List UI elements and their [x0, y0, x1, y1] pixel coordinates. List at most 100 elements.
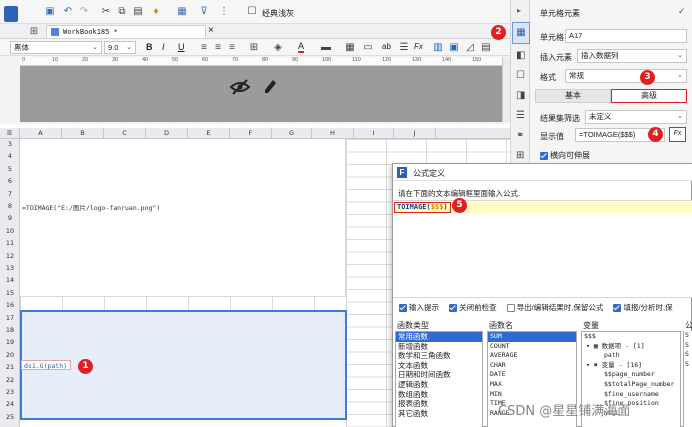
list-item[interactable]: 其它函数: [396, 409, 482, 419]
row-header-3[interactable]: 3: [0, 140, 20, 148]
widget-icon[interactable]: ☰: [516, 110, 525, 121]
style-icon[interactable]: ☐: [516, 70, 525, 81]
tab-close-icon[interactable]: ×: [208, 25, 214, 36]
list-item[interactable]: MIN: [488, 390, 576, 400]
underline-button[interactable]: U: [178, 42, 185, 52]
filter-icon[interactable]: ⊞: [516, 150, 524, 161]
list-item[interactable]: 新增函数: [396, 342, 482, 352]
edit-pencil-icon[interactable]: [262, 78, 278, 96]
tab-menu-icon[interactable]: ⊞: [28, 26, 40, 38]
italic-button[interactable]: I: [162, 42, 165, 52]
list-icon[interactable]: ☰: [398, 42, 410, 54]
row-header-25[interactable]: 25: [0, 413, 20, 421]
save-icon[interactable]: ▣: [44, 6, 56, 18]
list-item[interactable]: SUM: [488, 332, 576, 342]
row-header-11[interactable]: 11: [0, 239, 20, 247]
redo-icon[interactable]: ↷: [78, 6, 90, 18]
list-item[interactable]: DATE: [488, 370, 576, 380]
list-item[interactable]: AVERAGE: [488, 351, 576, 361]
func-type-list[interactable]: 常用函数 新增函数 数学和三角函数 文本函数 日期和时间函数 逻辑函数 数组函数 报表函数 其它…: [395, 331, 483, 427]
list-item[interactable]: 日期和时间函数: [396, 370, 482, 380]
font-name-select[interactable]: 黑体 ⌄: [10, 41, 102, 54]
column-header-c[interactable]: C: [104, 128, 146, 139]
row-header-22[interactable]: 22: [0, 376, 20, 384]
ds-cell-value[interactable]: ds1.G(path): [21, 360, 71, 370]
row-header-9[interactable]: 9: [0, 214, 20, 222]
row-header-13[interactable]: 13: [0, 264, 20, 272]
row-header-23[interactable]: 23: [0, 388, 20, 396]
format-select[interactable]: 常规 ⌄: [565, 69, 687, 83]
copy-icon[interactable]: ⧉: [116, 6, 128, 18]
column-header-j[interactable]: J: [394, 128, 436, 139]
column-header-f[interactable]: F: [230, 128, 272, 139]
variable-item[interactable]: path: [582, 351, 680, 361]
variable-item[interactable]: $fine_username: [582, 390, 680, 400]
insert-sub-icon[interactable]: ▤: [480, 42, 492, 54]
list-item[interactable]: MAX: [488, 380, 576, 390]
formula-editor[interactable]: TOIMAGE($$$): [393, 200, 692, 298]
row-header-16[interactable]: 16: [0, 301, 20, 309]
row-header-19[interactable]: 19: [0, 338, 20, 346]
row-header-21[interactable]: 21: [0, 363, 20, 371]
cut-icon[interactable]: ✂: [100, 6, 112, 18]
table-icon[interactable]: ▭: [362, 42, 374, 54]
chart-icon[interactable]: ▬: [320, 42, 332, 54]
option-hint[interactable]: 输入提示: [399, 303, 439, 313]
tab-basic[interactable]: 基本: [535, 89, 611, 103]
option-export[interactable]: 导出/编辑结果时,保留公式: [506, 303, 603, 313]
extra-list[interactable]: SSSS: [683, 331, 692, 427]
row-header-20[interactable]: 20: [0, 351, 20, 359]
align-center-icon[interactable]: ≡: [212, 42, 224, 54]
list-item[interactable]: 数组函数: [396, 390, 482, 400]
filter-select[interactable]: 未定义 ⌄: [585, 110, 687, 124]
variable-item[interactable]: $$page_number: [582, 370, 680, 380]
variable-item[interactable]: $$$: [582, 332, 680, 342]
row-header-5[interactable]: 5: [0, 165, 20, 173]
column-header-e[interactable]: E: [188, 128, 230, 139]
column-header-b[interactable]: B: [62, 128, 104, 139]
font-color-button[interactable]: A: [298, 42, 305, 53]
list-item[interactable]: 常用函数: [396, 332, 482, 342]
bold-button[interactable]: B: [146, 42, 153, 52]
undo-icon[interactable]: ↶: [62, 6, 74, 18]
list-item[interactable]: 文本函数: [396, 361, 482, 371]
scroll-right-arrow-icon[interactable]: [502, 57, 510, 122]
variable-item[interactable]: ▾ ▦ 数据项 - [1]: [582, 342, 680, 352]
hyperlink-icon[interactable]: ⚭: [516, 130, 524, 141]
image-formula-cell[interactable]: =TOIMAGE("E:/图片/logo-fanruan.png"): [22, 202, 160, 212]
column-header-h[interactable]: H: [312, 128, 354, 139]
column-header-g[interactable]: G: [272, 128, 312, 139]
row-header-7[interactable]: 7: [0, 190, 20, 198]
row-header-18[interactable]: 18: [0, 326, 20, 334]
cell-value-field[interactable]: A17: [565, 29, 687, 43]
insert-element-select[interactable]: 插入数据列 ⌄: [577, 49, 687, 63]
border-icon[interactable]: ⊞: [248, 42, 260, 54]
list-item[interactable]: COUNT: [488, 342, 576, 352]
grid-cell-icon[interactable]: ▦: [344, 42, 356, 54]
row-header-14[interactable]: 14: [0, 276, 20, 284]
condition-icon[interactable]: ◨: [516, 90, 525, 101]
formula-insert-button[interactable]: Fx: [414, 42, 423, 51]
align-left-icon[interactable]: ≡: [198, 42, 210, 54]
option-check[interactable]: 关闭前检查: [449, 303, 497, 313]
attribute-icon[interactable]: ◧: [516, 50, 525, 61]
theme-icon[interactable]: ☐: [246, 6, 258, 18]
variable-item[interactable]: $$totalPage_number: [582, 380, 680, 390]
theme-label[interactable]: 经典浅灰: [262, 8, 294, 19]
insert-slash-icon[interactable]: ◿: [464, 42, 476, 54]
fx-button[interactable]: Fx: [669, 127, 686, 142]
row-header-24[interactable]: 24: [0, 400, 20, 408]
list-item[interactable]: 逻辑函数: [396, 380, 482, 390]
hide-eye-icon[interactable]: [230, 79, 250, 95]
insert-chart-icon[interactable]: ▥: [432, 42, 444, 54]
column-header-a[interactable]: A: [20, 128, 62, 139]
cell-element-nav-icon[interactable]: ▦: [512, 22, 530, 44]
row-header-6[interactable]: 6: [0, 177, 20, 185]
paste-icon[interactable]: ▤: [132, 6, 144, 18]
align-right-icon[interactable]: ≡: [226, 42, 238, 54]
tab-advanced[interactable]: 高级: [611, 89, 687, 103]
insert-image-icon[interactable]: ▣: [448, 42, 460, 54]
workbook-tab[interactable]: WorkBook185 *: [46, 25, 206, 38]
list-item[interactable]: CHAR: [488, 361, 576, 371]
collapse-arrow-icon[interactable]: ▸: [517, 6, 521, 15]
